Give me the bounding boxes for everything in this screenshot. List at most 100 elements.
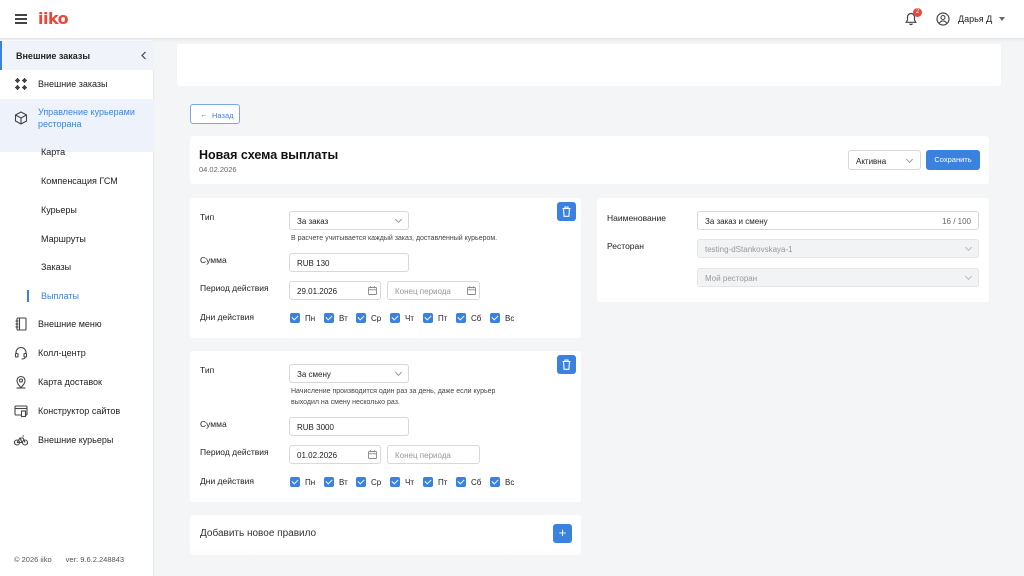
- calendar-icon[interactable]: [368, 450, 377, 459]
- notification-badge: 2: [913, 8, 922, 17]
- name-label: Наименование: [607, 213, 666, 223]
- amount-value: RUB 130: [297, 259, 330, 268]
- chevron-down-icon: [905, 155, 914, 164]
- checkbox-checked[interactable]: [490, 477, 500, 487]
- sidebar: Внешние заказы Внешние заказы Управление…: [0, 40, 154, 576]
- sidebar-subitem-label: Компенсация ГСМ: [41, 176, 118, 186]
- title-card: Новая схема выплаты 04.02.2026 Активна С…: [190, 136, 989, 184]
- rule-card: Тип За смену Начисление производится оди…: [190, 351, 581, 502]
- period-start-input[interactable]: 01.02.2026: [289, 445, 381, 464]
- checkbox-checked[interactable]: [356, 477, 366, 487]
- day-label: Пт: [438, 314, 448, 323]
- amount-input[interactable]: RUB 130: [289, 253, 409, 272]
- user-name[interactable]: Дарья Д: [958, 14, 992, 24]
- calendar-icon[interactable]: [368, 286, 377, 295]
- type-hint: В расчете учитывается каждый заказ, дост…: [291, 235, 498, 242]
- sidebar-item-call-center[interactable]: Колл-центр: [0, 339, 154, 367]
- sidebar-item-label: Карта доставок: [38, 377, 102, 387]
- type-hint: Начисление производится один раз за день…: [291, 388, 496, 406]
- checkbox-checked[interactable]: [423, 313, 433, 323]
- restaurant-sub-select[interactable]: Мой ресторан: [697, 268, 979, 287]
- sidebar-item-label: Внешние меню: [38, 319, 102, 329]
- site-builder-icon: [14, 404, 28, 418]
- back-button-label: Назад: [212, 111, 234, 120]
- sidebar-item-delivery-map[interactable]: Карта доставок: [0, 368, 154, 396]
- user-avatar-icon[interactable]: [936, 12, 950, 26]
- type-value: За смену: [297, 370, 331, 379]
- back-button[interactable]: ← Назад: [190, 104, 240, 124]
- checkbox-checked[interactable]: [290, 477, 300, 487]
- delete-rule-button[interactable]: [557, 355, 576, 374]
- checkbox-checked[interactable]: [456, 313, 466, 323]
- day-label: Пт: [438, 478, 448, 487]
- sidebar-subitem-map[interactable]: Карта: [0, 138, 154, 166]
- sidebar-subitem-fuel-compensation[interactable]: Компенсация ГСМ: [0, 167, 154, 195]
- menu-icon[interactable]: [15, 14, 27, 24]
- amount-label: Сумма: [200, 419, 227, 429]
- top-bar: iiko 2 Дарья Д: [0, 0, 1024, 39]
- delete-rule-button[interactable]: [557, 202, 576, 221]
- checkbox-checked[interactable]: [324, 313, 334, 323]
- checkbox-checked[interactable]: [490, 313, 500, 323]
- amount-value: RUB 3000: [297, 423, 334, 432]
- day-label: Ср: [371, 478, 382, 487]
- checkbox-checked[interactable]: [390, 477, 400, 487]
- day-label: Ср: [371, 314, 382, 323]
- sidebar-item-label: Внешние заказы: [38, 79, 108, 89]
- sidebar-item-site-builder[interactable]: Конструктор сайтов: [0, 397, 154, 425]
- add-rule-label: Добавить новое правило: [200, 528, 317, 539]
- calendar-icon[interactable]: [467, 286, 476, 295]
- save-button[interactable]: Сохранить: [926, 150, 980, 170]
- type-select[interactable]: За смену: [289, 364, 409, 383]
- app-logo[interactable]: iiko: [38, 9, 69, 28]
- status-value: Активна: [856, 157, 887, 166]
- checkbox-checked[interactable]: [356, 313, 366, 323]
- days-label: Дни действия: [200, 476, 255, 486]
- sidebar-subitem-orders[interactable]: Заказы: [0, 253, 154, 281]
- day-label: Пн: [305, 478, 316, 487]
- day-label: Сб: [471, 314, 482, 323]
- box-icon: [14, 111, 28, 125]
- grid-star-icon: [14, 77, 28, 91]
- type-select[interactable]: За заказ: [289, 211, 409, 230]
- trash-icon: [562, 206, 571, 217]
- top-panel: [177, 44, 1001, 86]
- restaurant-sub-value: Мой ресторан: [705, 274, 758, 283]
- sidebar-item-external-couriers[interactable]: Внешние курьеры: [0, 426, 154, 454]
- type-label: Тип: [200, 212, 215, 222]
- period-end-input[interactable]: Конец периода: [387, 445, 480, 464]
- day-label: Вт: [339, 478, 348, 487]
- checkbox-checked[interactable]: [456, 477, 466, 487]
- sidebar-subitem-routes[interactable]: Маршруты: [0, 225, 154, 253]
- version: ver: 9.6.2.248843: [65, 555, 125, 564]
- restaurant-label: Ресторан: [607, 241, 644, 251]
- sidebar-subitem-label: Выплаты: [41, 291, 79, 301]
- checkbox-checked[interactable]: [390, 313, 400, 323]
- amount-input[interactable]: RUB 3000: [289, 417, 409, 436]
- chevron-down-icon: [394, 368, 403, 377]
- day-label: Вс: [505, 314, 515, 323]
- restaurant-select[interactable]: testing-dStankovskaya-1: [697, 239, 979, 258]
- period-start-input[interactable]: 29.01.2026: [289, 281, 381, 300]
- name-input[interactable]: За заказ и смену 16 / 100: [697, 211, 979, 230]
- add-rule-button[interactable]: +: [553, 524, 572, 543]
- checkbox-checked[interactable]: [290, 313, 300, 323]
- day-label: Сб: [471, 478, 482, 487]
- sidebar-subitem-couriers[interactable]: Курьеры: [0, 196, 154, 224]
- checkbox-checked[interactable]: [423, 477, 433, 487]
- sidebar-subitem-payouts[interactable]: Выплаты: [0, 282, 154, 310]
- period-label: Период действия: [200, 447, 269, 457]
- chevron-down-icon[interactable]: [999, 17, 1005, 21]
- period-end-input[interactable]: Конец периода: [387, 281, 480, 300]
- status-select[interactable]: Активна: [848, 150, 921, 170]
- day-label: Вт: [339, 314, 348, 323]
- sidebar-subitem-label: Заказы: [41, 262, 72, 272]
- sidebar-item-external-orders[interactable]: Внешние заказы: [0, 70, 154, 98]
- sidebar-item-label: Колл-центр: [38, 348, 86, 358]
- chevron-left-icon[interactable]: [140, 51, 147, 60]
- sidebar-item-external-menus[interactable]: Внешние меню: [0, 310, 154, 338]
- period-start-value: 01.02.2026: [297, 451, 338, 460]
- plus-icon: +: [558, 525, 567, 540]
- sidebar-section-header[interactable]: Внешние заказы: [0, 41, 154, 70]
- checkbox-checked[interactable]: [324, 477, 334, 487]
